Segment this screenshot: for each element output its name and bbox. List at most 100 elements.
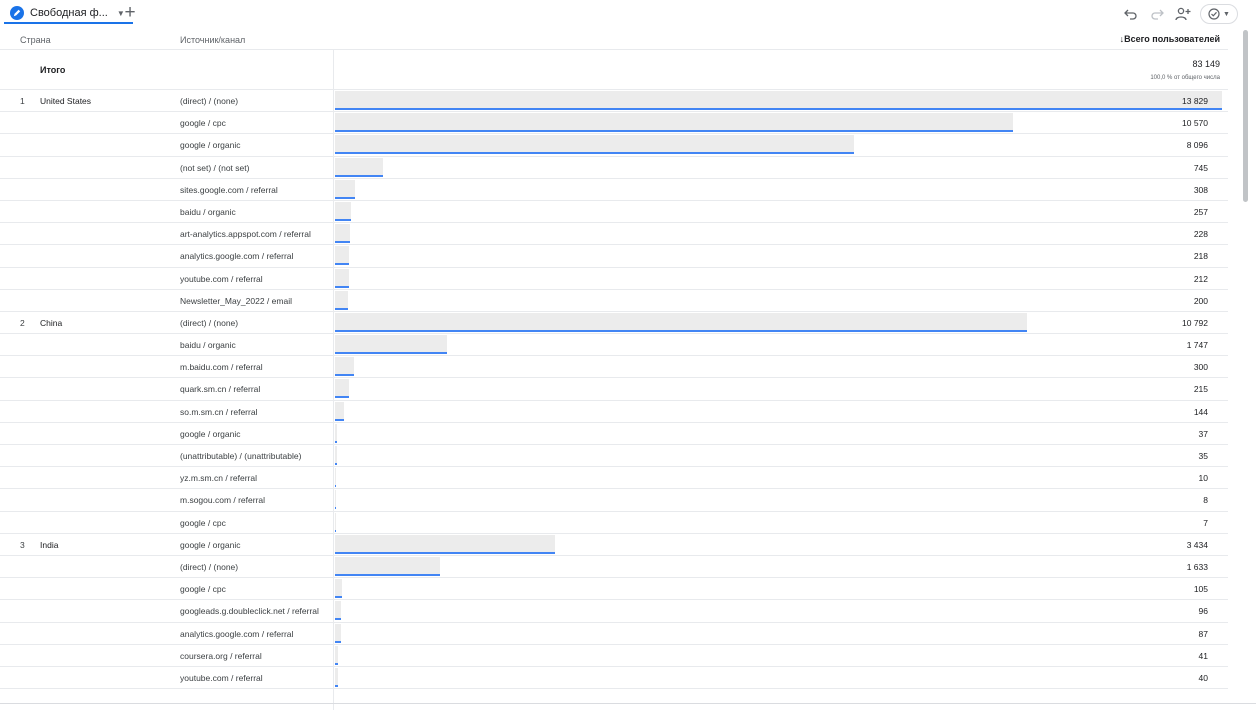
value-bar	[335, 667, 338, 687]
source-cell: yz.m.sm.cn / referral	[180, 473, 257, 484]
table-row[interactable]: google / organic 37	[0, 423, 1228, 445]
value-cell: 37	[1198, 428, 1208, 439]
value-cell: 228	[1193, 229, 1208, 240]
add-tab-button[interactable]: +	[119, 3, 141, 25]
table-row[interactable]: so.m.sm.cn / referral 144	[0, 401, 1228, 423]
table-row[interactable]: google / organic 8 096	[0, 134, 1228, 157]
column-header-country[interactable]: Страна	[20, 35, 51, 45]
value-bar	[335, 224, 350, 244]
source-cell: (direct) / (none)	[180, 561, 239, 572]
table-row[interactable]: analytics.google.com / referral 218	[0, 245, 1228, 268]
row-index: 2	[20, 317, 25, 328]
table-row[interactable]: google / cpc 10 570	[0, 112, 1228, 135]
share-user-icon[interactable]	[1172, 3, 1194, 25]
table-row[interactable]: google / cpc 7	[0, 512, 1228, 534]
source-cell: google / organic	[180, 428, 241, 439]
country-cell: India	[40, 539, 59, 550]
source-cell: coursera.org / referral	[180, 650, 262, 661]
value-bar	[335, 135, 855, 155]
chevron-down-icon: ▼	[1223, 10, 1230, 18]
value-cell: 10 792	[1182, 317, 1208, 328]
value-cell: 10	[1198, 473, 1208, 484]
value-cell: 7	[1203, 517, 1208, 528]
value-bar	[335, 246, 349, 266]
source-cell: (direct) / (none)	[180, 317, 239, 328]
value-bar	[335, 645, 338, 665]
redo-icon[interactable]	[1146, 3, 1168, 25]
table-row[interactable]: baidu / organic 1 747	[0, 334, 1228, 357]
value-cell: 41	[1198, 650, 1208, 661]
check-circle-icon	[1208, 8, 1220, 20]
table-row[interactable]: Newsletter_May_2022 / email 200	[0, 290, 1228, 312]
table-row[interactable]: baidu / organic 257	[0, 201, 1228, 224]
column-header-source[interactable]: Источник/канал	[180, 35, 245, 45]
table-row[interactable]: analytics.google.com / referral 87	[0, 623, 1228, 645]
row-index: 1	[20, 96, 25, 106]
table-row[interactable]: (not set) / (not set) 745	[0, 157, 1228, 179]
value-cell: 215	[1193, 384, 1208, 395]
value-bar	[335, 91, 1222, 110]
country-cell: China	[40, 317, 63, 328]
value-bar	[335, 512, 336, 532]
table-row[interactable]: (unattributable) / (unattributable) 35	[0, 445, 1228, 468]
totals-percent: 100,0 % от общего числа	[1150, 75, 1220, 81]
table-row[interactable]: 2 China (direct) / (none) 10 792	[0, 312, 1228, 335]
table-row[interactable]: youtube.com / referral 212	[0, 268, 1228, 290]
scrollbar-thumb[interactable]	[1243, 30, 1248, 202]
value-cell: 745	[1193, 162, 1208, 173]
value-bar	[335, 113, 1013, 133]
compare-select[interactable]: ▼	[1200, 4, 1238, 24]
table-row[interactable]: youtube.com / referral 40	[0, 667, 1228, 690]
exploration-tab[interactable]: Свободная ф... ▼	[4, 4, 133, 24]
source-cell: youtube.com / referral	[180, 672, 263, 683]
value-cell: 300	[1193, 362, 1208, 373]
totals-label: Итого	[40, 65, 66, 75]
value-cell: 105	[1193, 584, 1208, 595]
source-cell: google / cpc	[180, 517, 226, 528]
value-cell: 308	[1193, 184, 1208, 195]
source-cell: google / cpc	[180, 584, 226, 595]
country-cell: United States	[40, 96, 92, 106]
source-cell: art-analytics.appspot.com / referral	[180, 229, 311, 240]
value-cell: 200	[1193, 295, 1208, 306]
value-cell: 8	[1203, 495, 1208, 506]
source-cell: baidu / organic	[180, 206, 236, 217]
table-row[interactable]: (direct) / (none) 1 633	[0, 556, 1228, 579]
table-row[interactable]: m.sogou.com / referral 8	[0, 489, 1228, 512]
table-row[interactable]: yz.m.sm.cn / referral 10	[0, 467, 1228, 490]
table-row[interactable]: 3 India google / organic 3 434	[0, 534, 1228, 556]
value-cell: 8 096	[1186, 140, 1208, 151]
value-cell: 35	[1198, 451, 1208, 461]
value-bar	[335, 534, 556, 554]
source-cell: so.m.sm.cn / referral	[180, 406, 258, 417]
table-header: Страна Источник/канал ↓Всего пользовател…	[0, 28, 1228, 50]
value-bar	[335, 179, 355, 199]
value-bar	[335, 601, 342, 621]
column-header-total-users[interactable]: ↓Всего пользователей	[1120, 34, 1220, 44]
table-row[interactable]: sites.google.com / referral 308	[0, 179, 1228, 201]
table-row[interactable]: m.baidu.com / referral 300	[0, 356, 1228, 379]
totals-row: Итого 83 149 100,0 % от общего числа	[0, 50, 1228, 90]
source-cell: analytics.google.com / referral	[180, 628, 294, 639]
vertical-scrollbar[interactable]	[1242, 30, 1250, 702]
value-cell: 13 829	[1182, 96, 1208, 106]
undo-icon[interactable]	[1120, 3, 1142, 25]
value-bar	[335, 623, 341, 643]
toolbar: ▼	[1116, 3, 1238, 25]
bottom-divider	[0, 703, 1256, 704]
value-cell: 144	[1193, 406, 1208, 417]
source-cell: google / organic	[180, 140, 241, 151]
source-cell: baidu / organic	[180, 340, 236, 351]
exploration-table: Страна Источник/канал ↓Всего пользовател…	[0, 28, 1228, 710]
table-row[interactable]: coursera.org / referral 41	[0, 645, 1228, 667]
table-row[interactable]: google / cpc 105	[0, 578, 1228, 601]
table-row[interactable]: 1 United States (direct) / (none) 13 829	[0, 90, 1228, 113]
totals-value: 83 149	[1192, 59, 1220, 69]
table-row[interactable]: googleads.g.doubleclick.net / referral 96	[0, 600, 1228, 623]
value-bar	[335, 312, 1028, 332]
table-row[interactable]: art-analytics.appspot.com / referral 228	[0, 223, 1228, 246]
tab-label: Свободная ф...	[30, 7, 108, 19]
value-cell: 1 747	[1186, 340, 1208, 351]
row-index: 3	[20, 539, 25, 550]
table-row[interactable]: quark.sm.cn / referral 215	[0, 378, 1228, 401]
